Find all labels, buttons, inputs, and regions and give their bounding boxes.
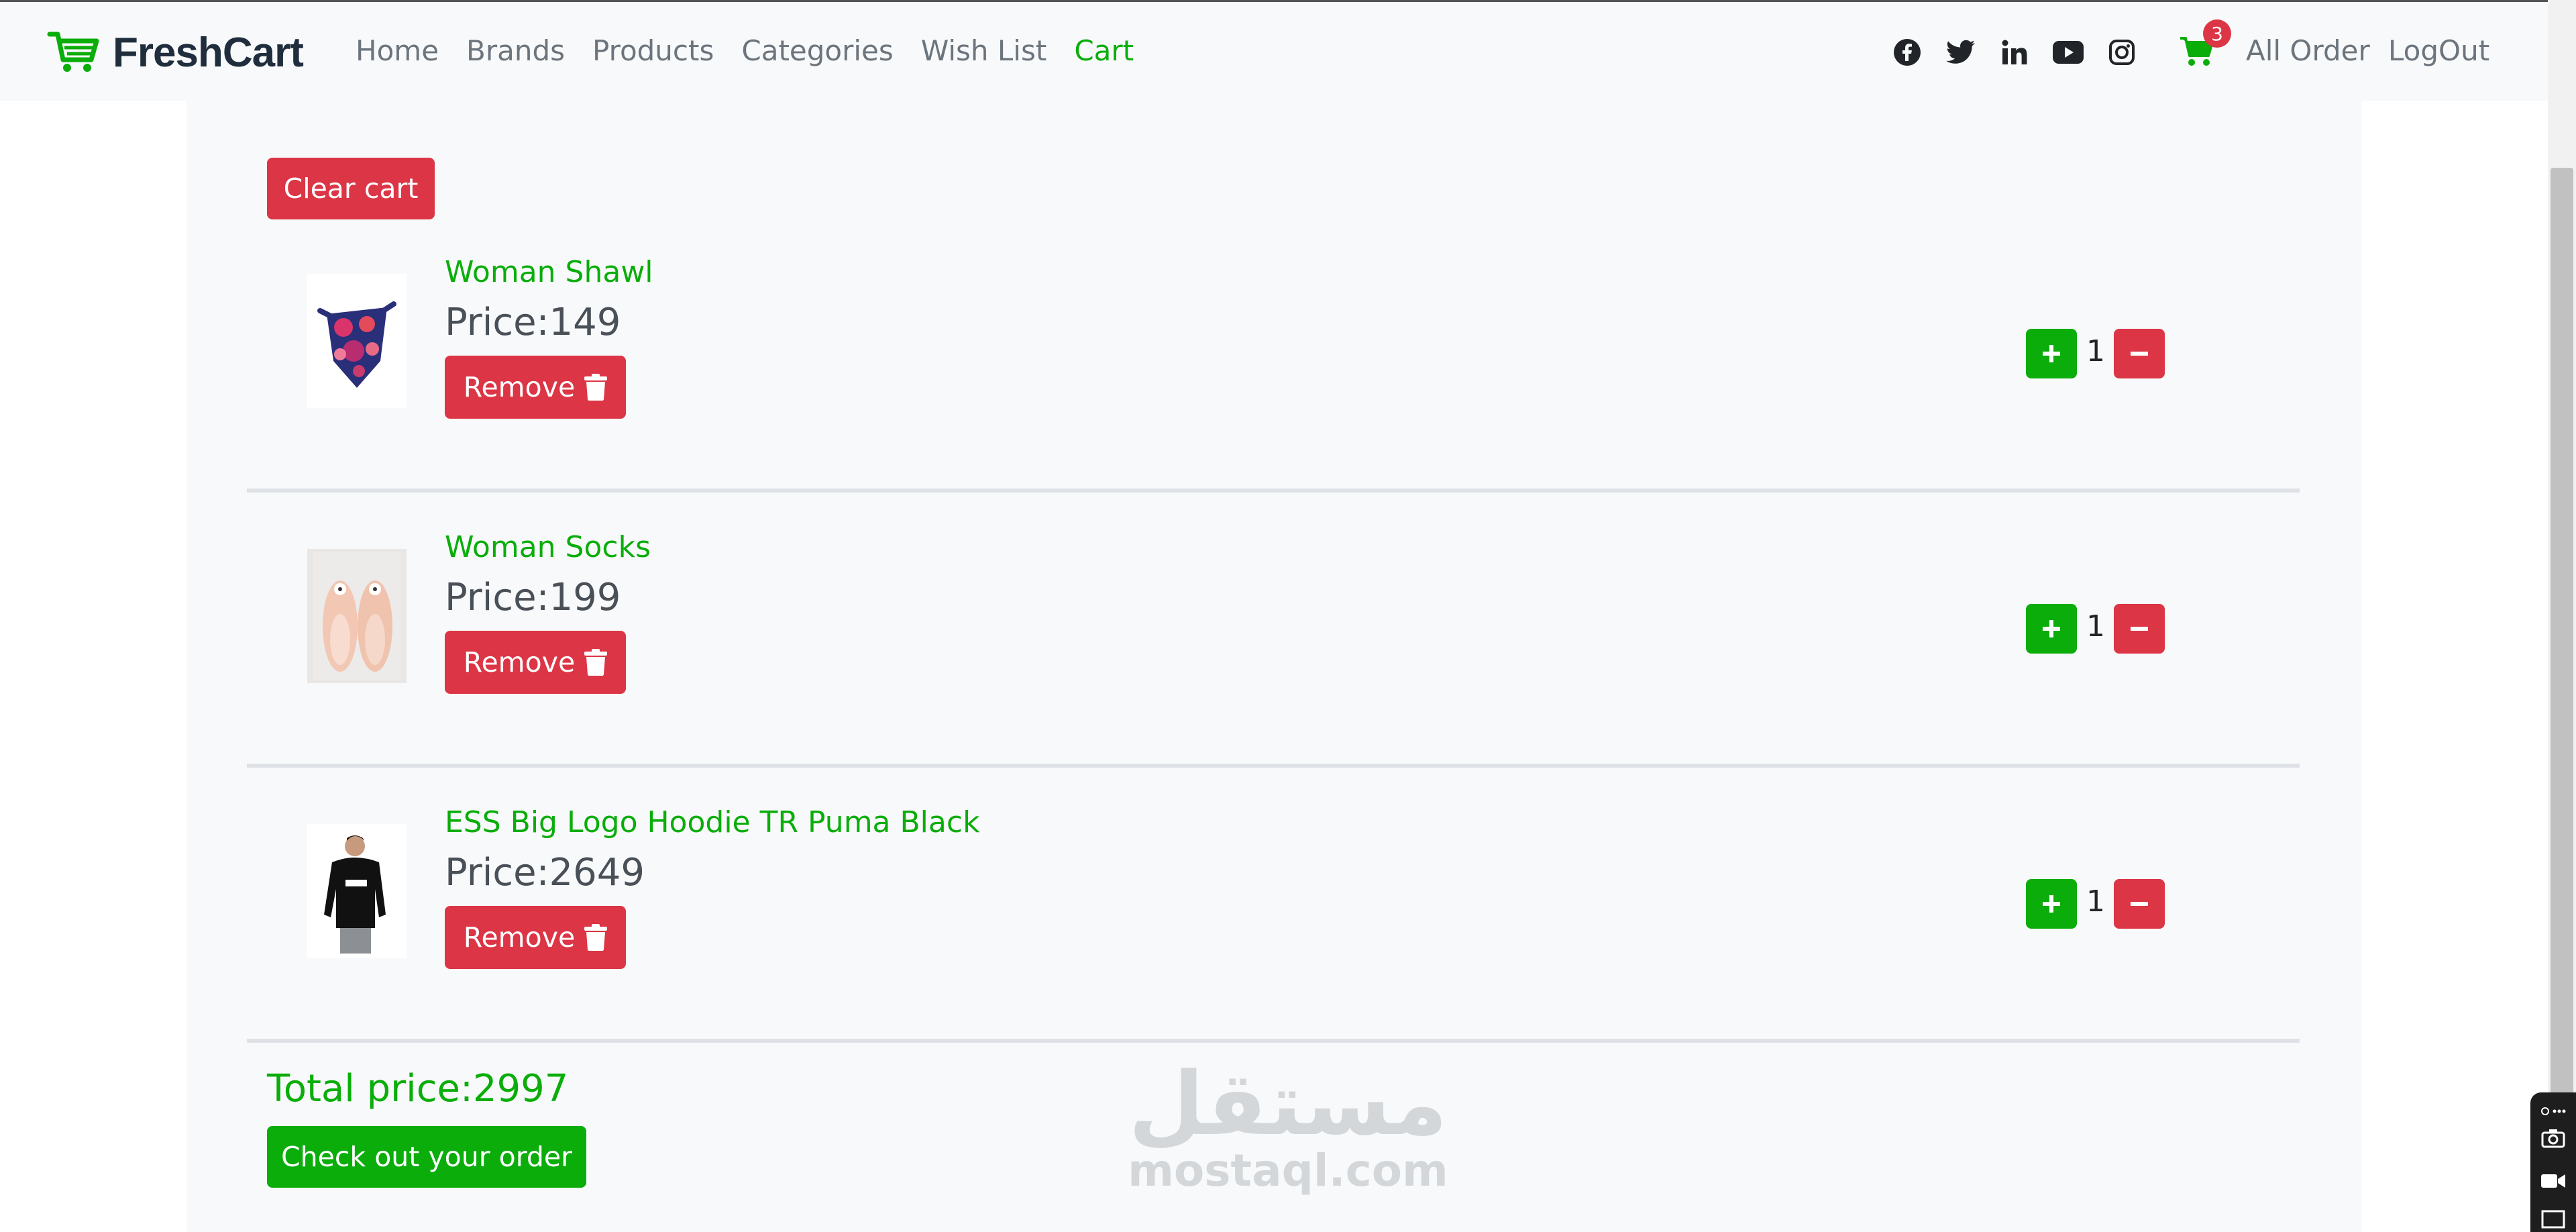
minus-icon [2131,352,2148,356]
item-title[interactable]: ESS Big Logo Hoodie TR Puma Black [445,805,980,839]
navbar: FreshCart Home Brands Products Categorie… [0,0,2576,101]
social-links [1892,37,2160,68]
checkout-button[interactable]: Check out your order [267,1126,586,1188]
product-image-shawl [307,274,407,408]
youtube-icon[interactable] [2053,37,2084,68]
nav-wish-list[interactable]: Wish List [921,34,1047,67]
watermark-latin: mostaql.com [1128,1145,1448,1196]
item-quantity: 1 [2086,609,2105,644]
remove-button[interactable]: Remove [445,631,626,694]
remove-button[interactable]: Remove [445,906,626,969]
decrease-quantity-button[interactable] [2114,329,2165,378]
plus-icon [2043,620,2060,637]
scrollbar-thumb[interactable] [2551,168,2573,1232]
item-title[interactable]: Woman Shawl [445,255,653,289]
plus-icon [2043,895,2060,913]
nav-home[interactable]: Home [356,34,439,67]
instagram-icon[interactable] [2106,37,2137,68]
item-divider [247,764,2300,768]
product-image-socks [307,549,407,683]
item-quantity: 1 [2086,334,2105,368]
nav-categories[interactable]: Categories [741,34,893,67]
item-price: Price:2649 [445,851,645,894]
logout-link[interactable]: LogOut [2388,34,2489,67]
video-icon[interactable] [2540,1168,2567,1194]
item-divider [247,1039,2300,1043]
nav-products[interactable]: Products [592,34,714,67]
item-price: Price:149 [445,301,621,344]
camera-icon[interactable] [2540,1125,2567,1151]
nav-cart-button[interactable]: 3 [2179,19,2231,70]
twitter-icon[interactable] [1945,37,1976,68]
minus-icon [2131,902,2148,906]
all-orders-link[interactable]: All Order [2246,34,2370,67]
cart-count-badge: 3 [2203,19,2231,48]
minus-icon [2131,627,2148,631]
decrease-quantity-button[interactable] [2114,604,2165,654]
linkedin-icon[interactable] [1999,37,2030,68]
nav-brands[interactable]: Brands [466,34,565,67]
trash-icon [584,374,608,401]
remove-button[interactable]: Remove [445,356,626,419]
facebook-icon[interactable] [1892,37,1923,68]
item-divider [247,489,2300,493]
increase-quantity-button[interactable] [2026,879,2077,929]
product-image-hoodie [307,824,407,958]
remove-label: Remove [463,371,576,403]
increase-quantity-button[interactable] [2026,329,2077,378]
trash-icon [584,649,608,676]
cart-logo-icon [47,32,99,72]
item-quantity: 1 [2086,884,2105,919]
nav-links: Home Brands Products Categories Wish Lis… [356,34,1161,67]
plus-icon [2043,345,2060,362]
remove-label: Remove [463,646,576,678]
capture-toolbar [2530,1092,2576,1232]
brand-logo[interactable]: FreshCart [47,29,304,76]
increase-quantity-button[interactable] [2026,604,2077,654]
watermark-arabic: مستقل [1128,1053,1448,1155]
brand-name: FreshCart [113,29,304,76]
trash-icon [584,924,608,951]
item-price: Price:199 [445,576,621,619]
total-price: Total price:2997 [267,1067,569,1111]
remove-label: Remove [463,921,576,954]
clear-cart-button[interactable]: Clear cart [267,158,435,219]
watermark: مستقل mostaql.com [1127,1060,1449,1194]
more-options-icon[interactable] [2540,1098,2567,1125]
decrease-quantity-button[interactable] [2114,879,2165,929]
nav-cart[interactable]: Cart [1074,34,1134,67]
window-icon[interactable] [2540,1205,2567,1232]
item-title[interactable]: Woman Socks [445,530,651,564]
